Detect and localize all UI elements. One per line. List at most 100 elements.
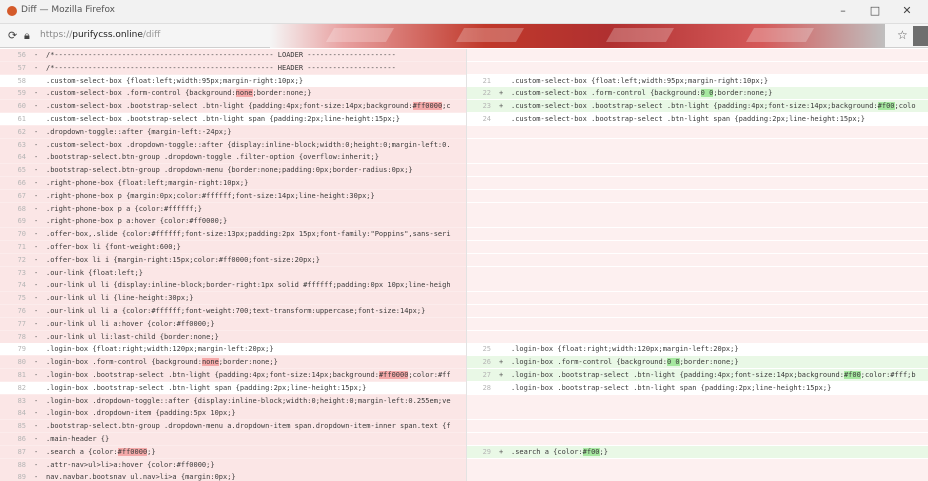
code-text: .login-box {float:right;width:120px;marg… [511,343,928,355]
diff-line: 63- .custom-select-box .dropdown-toggle::… [0,138,466,151]
code-segment: .login-box .form-control {background: [511,358,667,367]
diff-sign: - [34,371,39,379]
code-segment: .custom-select-box .bootstrap-select .bt… [511,102,878,111]
diff-line [467,61,928,74]
diff-line [467,228,928,241]
diff-left-pane[interactable]: 56 - /*-----------------------------------… [0,49,466,481]
diff-line: 67- .right-phone-box p {margin:0px;color:… [0,189,466,202]
line-number: 21 [482,76,491,85]
code-text: .login-box .form-control {background:non… [46,356,466,368]
changed-token: #ff0000 [117,447,148,456]
diff-line: 26 + .login-box .form-control {background:… [467,356,928,369]
url-bar[interactable]: https://purifycss.online/diff [40,27,260,44]
code-segment: .login-box .bootstrap-select .btn-light … [511,383,832,392]
diff-line: 27 + .login-box .bootstrap-select .btn-lig… [467,369,928,381]
code-segment: .bootstrap-select.btn-group .dropdown-to… [46,153,379,162]
code-segment: .custom-select-box .bootstrap-select .bt… [46,115,401,123]
code-segment: .login-box {float:right;width:120px;marg… [46,345,274,354]
diff-sign: - [34,473,39,481]
code-text: .right-phone-box p a {color:#ffffff;} [46,203,466,215]
diff-sign: - [34,422,39,431]
diff-line: 87- .search a {color:#ff0000;} [0,445,466,458]
banner-shape [325,28,395,42]
diff-line [467,407,928,420]
close-button[interactable]: ✕ [896,3,918,19]
diff-line [467,202,928,215]
line-number: 68 [17,204,26,213]
code-segment: .search a {color: [511,447,583,456]
diff-sign: - [34,319,39,328]
code-segment: nav.navbar.bootsnav ul.nav>li>a {margin:… [46,473,236,481]
diff-line: 57-/*-----------------------------------… [0,61,466,74]
window-title: Diff — Mozilla Firefox [21,5,116,15]
line-number: 66 [17,179,26,187]
lock-icon[interactable]: 🔒︎ [24,29,30,43]
maximize-button[interactable]: □ [864,3,886,19]
line-number: 86 [17,435,26,443]
code-segment: ;border:none;} [218,358,278,367]
line-number: 80 [17,358,26,367]
minimize-button[interactable]: – [832,3,854,19]
reload-icon[interactable]: ⟳ [8,29,17,42]
diff-sign: - [34,191,39,200]
code-segment: .login-box .dropdown-item {padding:5px 1… [46,409,236,418]
diff-line: 78- .our-link ul li:last-child {border:no… [0,330,466,343]
code-segment: .our-link {float:left;} [46,268,143,277]
diff-sign [34,75,44,87]
diff-line: 72- .offer-box li i {margin-right:15px;co… [0,253,466,266]
diff-line [467,215,928,228]
banner-shape [455,28,525,42]
diff-sign [34,113,44,125]
code-segment: ;border:none;} [252,89,312,98]
code-text: .custom-select-box .dropdown-toggle::aft… [46,139,466,151]
code-text: .custom-select-box {float:left;width:95p… [46,75,466,87]
diff-line [467,241,928,253]
code-segment: .our-link ul li a:hover {color:#ff0000;} [46,319,215,328]
diff-sign [34,343,44,355]
code-text: .bootstrap-select.btn-group .dropdown-me… [46,420,466,432]
diff-sign: - [34,294,39,303]
diff-sign [34,382,44,394]
diff-sign: + [499,371,504,379]
sidebar-toggle[interactable] [913,26,928,46]
code-segment: .bootstrap-select.btn-group .dropdown-me… [46,166,413,175]
code-segment: ;} [147,447,156,456]
diff-right-pane[interactable]: 21 .custom-select-box {float:left;width:… [466,49,928,481]
line-number: 65 [17,166,26,175]
line-number: 57 [17,63,26,72]
diff-line: 81- .login-box .bootstrap-select .btn-lig… [0,369,466,381]
bookmark-star-icon[interactable]: ☆ [897,28,908,42]
line-number: 62 [17,127,26,136]
line-number: 82 [17,383,26,392]
code-segment: ;} [599,447,608,456]
diff-sign: - [34,153,39,162]
code-segment: .right-phone-box p a:hover {color:#ff000… [46,217,228,226]
code-segment: .offer-box li {font-weight:600;} [46,243,181,251]
diff-line: 80- .login-box .form-control {background:… [0,356,466,369]
diff-line: 22 + .custom-select-box .form-control {bac… [467,87,928,100]
diff-sign [499,382,509,394]
code-text: .our-link ul li {line-height:30px;} [46,292,466,304]
code-segment: .login-box .bootstrap-select .btn-light … [511,371,844,379]
code-segment: .our-link ul li {display:inline-block;bo… [46,281,451,290]
diff-line [467,266,928,279]
diff-sign: - [34,447,39,456]
line-number: 84 [17,409,26,418]
code-text: .dropdown-toggle::after {margin-left:-24… [46,126,466,138]
firefox-icon [7,6,17,16]
url-path: /diff [142,30,161,40]
diff-sign: - [34,89,39,98]
code-segment: .custom-select-box .dropdown-toggle::aft… [46,140,451,149]
code-text: .offer-box li i {margin-right:15px;color… [46,254,466,266]
line-number: 67 [17,191,26,200]
diff-line: 76- .our-link ul li a {color:#ffffff;font… [0,305,466,317]
diff-sign: - [34,435,39,443]
diff-line: 83- .login-box .dropdown-toggle::after {d… [0,394,466,407]
code-segment: .attr-nav>ul>li>a:hover {color:#ff0000;} [46,460,215,469]
diff-sign: - [34,409,39,418]
code-text: nav.navbar.bootsnav ul.nav>li>a {margin:… [46,471,466,481]
diff-sign: + [499,89,504,98]
line-number: 85 [17,422,26,431]
line-number: 69 [17,217,26,226]
diff-line: 62- .dropdown-toggle::after {margin-left:… [0,125,466,138]
